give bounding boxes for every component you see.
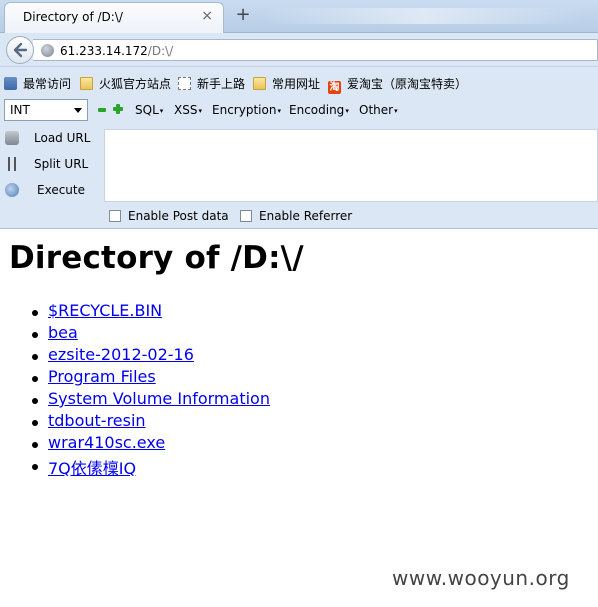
checkbox-label: Enable Referrer xyxy=(259,209,353,223)
button-label: Load URL xyxy=(34,131,91,145)
bookmark-label: 常用网址 xyxy=(272,77,321,91)
list-item: System Volume Information xyxy=(30,389,590,411)
directory-link[interactable]: wrar410sc.exe xyxy=(48,433,165,452)
back-arrow-icon xyxy=(13,42,28,58)
menu-label: SQL xyxy=(135,103,159,117)
list-item: $RECYCLE.BIN xyxy=(30,301,590,323)
bookmark-firefox-site[interactable]: 火狐官方站点 xyxy=(80,75,171,91)
caret-icon: ▾ xyxy=(159,107,164,115)
star-icon xyxy=(4,77,17,90)
menu-label: Encryption xyxy=(212,103,277,117)
caret-icon: ▾ xyxy=(277,107,281,115)
tab-title: Directory of /D:\/ xyxy=(23,10,123,24)
caret-icon: ▾ xyxy=(394,107,398,115)
new-tab-button[interactable]: + xyxy=(233,4,253,26)
navigation-bar: 61.233.14.172/D:\/ xyxy=(0,33,598,67)
menu-sql[interactable]: SQL▾ xyxy=(135,103,163,117)
bookmark-most-visited[interactable]: 最常访问 xyxy=(4,75,71,91)
checkbox-box[interactable] xyxy=(240,210,252,222)
button-label: Split URL xyxy=(34,157,89,171)
directory-link[interactable]: System Volume Information xyxy=(48,389,270,408)
list-item: tdbout-resin xyxy=(30,411,590,433)
bookmark-label: 最常访问 xyxy=(23,77,72,91)
close-tab-icon[interactable]: × xyxy=(201,9,213,23)
url-path: /D:\/ xyxy=(147,44,174,58)
checkbox-label: Enable Post data xyxy=(128,209,229,223)
bookmark-label: 爱淘宝（原淘宝特卖） xyxy=(347,77,468,91)
tab-active[interactable]: Directory of /D:\/ × xyxy=(4,2,224,33)
list-item: wrar410sc.exe xyxy=(30,433,590,455)
directory-link[interactable]: Program Files xyxy=(48,367,156,386)
execute-button[interactable]: Execute xyxy=(0,178,104,202)
split-url-button[interactable]: Split URL xyxy=(0,152,104,176)
background-tabs xyxy=(262,8,582,24)
directory-link[interactable]: tdbout-resin xyxy=(48,411,146,430)
menu-encryption[interactable]: Encryption▾ xyxy=(212,103,281,117)
caret-icon: ▾ xyxy=(198,107,202,115)
directory-link[interactable]: ezsite-2012-02-16 xyxy=(48,345,194,364)
bookmark-label: 火狐官方站点 xyxy=(99,77,172,91)
menu-label: Other xyxy=(359,103,394,117)
checkbox-box[interactable] xyxy=(109,210,121,222)
url-text[interactable]: 61.233.14.172/D:\/ xyxy=(60,44,173,58)
enable-referrer-checkbox[interactable]: Enable Referrer xyxy=(240,209,352,223)
url-bar[interactable]: 61.233.14.172/D:\/ xyxy=(33,39,598,61)
taobao-icon: 淘 xyxy=(328,81,341,94)
select-value: INT xyxy=(10,103,30,117)
load-url-button[interactable]: Load URL xyxy=(0,126,104,150)
list-item: bea xyxy=(30,323,590,345)
url-host: 61.233.14.172 xyxy=(60,44,148,58)
list-item: Program Files xyxy=(30,367,590,389)
enable-post-data-checkbox[interactable]: Enable Post data xyxy=(109,209,229,223)
list-item: ezsite-2012-02-16 xyxy=(30,345,590,367)
int-type-select[interactable]: INT xyxy=(4,99,88,121)
menu-label: Encoding xyxy=(289,103,345,117)
page-title: Directory of /D:\/ xyxy=(9,240,304,276)
caret-icon: ▾ xyxy=(345,107,349,115)
tab-strip: Directory of /D:\/ × + xyxy=(0,0,598,33)
folder-icon xyxy=(253,77,266,90)
bookmarks-toolbar: 最常访问 火狐官方站点 新手上路 常用网址 淘爱淘宝（原淘宝特卖） xyxy=(0,67,598,97)
dropdown-arrow-icon xyxy=(74,108,82,113)
globe-icon xyxy=(41,44,54,57)
menu-other[interactable]: Other▾ xyxy=(359,103,398,117)
directory-link[interactable]: bea xyxy=(48,323,78,342)
split-url-icon xyxy=(8,157,16,171)
directory-listing: $RECYCLE.BIN bea ezsite-2012-02-16 Progr… xyxy=(30,301,590,478)
directory-link[interactable]: $RECYCLE.BIN xyxy=(48,301,162,320)
directory-link[interactable]: 7Q依傃檁IQ xyxy=(48,459,136,478)
back-button[interactable] xyxy=(6,36,34,64)
list-item: 7Q依傃檁IQ xyxy=(30,455,590,478)
execute-icon xyxy=(5,183,19,197)
decrease-icon[interactable] xyxy=(98,108,106,112)
page-icon xyxy=(178,77,191,90)
hackbar-toolbar: INT SQL▾ XSS▾ Encryption▾ Encoding▾ Othe… xyxy=(0,97,598,124)
bookmark-aitaobao[interactable]: 淘爱淘宝（原淘宝特卖） xyxy=(328,75,468,94)
url-textarea[interactable] xyxy=(104,129,598,202)
increase-icon[interactable] xyxy=(113,104,123,114)
folder-icon xyxy=(80,77,93,90)
menu-label: XSS xyxy=(174,103,198,117)
menu-xss[interactable]: XSS▾ xyxy=(174,103,202,117)
menu-encoding[interactable]: Encoding▾ xyxy=(289,103,349,117)
hackbar-panel: Load URL Split URL Execute xyxy=(0,124,598,202)
bookmark-getting-started[interactable]: 新手上路 xyxy=(178,75,245,91)
load-url-icon xyxy=(5,131,19,145)
watermark: www.wooyun.org xyxy=(392,566,570,590)
button-label: Execute xyxy=(37,183,85,197)
bookmark-common-sites[interactable]: 常用网址 xyxy=(253,75,320,91)
hackbar-options: Enable Post data Enable Referrer xyxy=(0,202,598,229)
bookmark-label: 新手上路 xyxy=(197,77,246,91)
